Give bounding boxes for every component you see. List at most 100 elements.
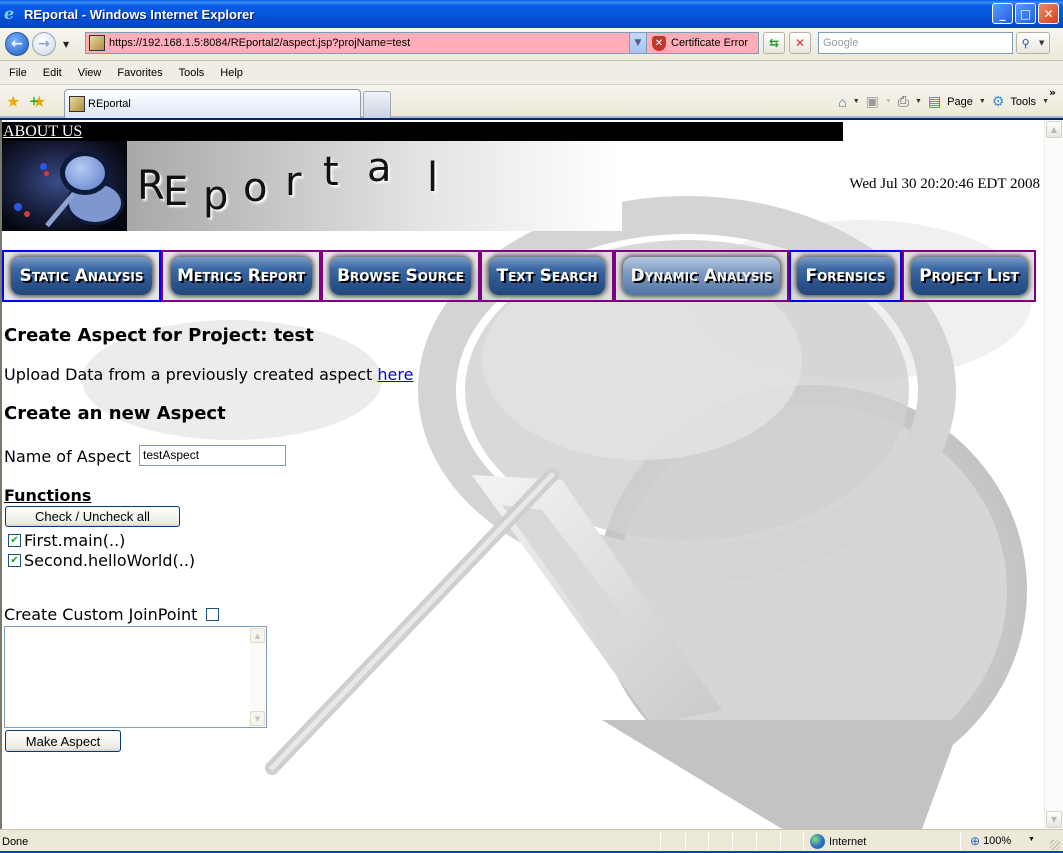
menu-file[interactable]: File [0, 67, 35, 79]
about-strip [2, 122, 843, 141]
status-divider [732, 833, 733, 850]
favorites-center-star-icon[interactable]: ★ [6, 92, 20, 111]
menu-help[interactable]: Help [212, 67, 251, 79]
tools-menu-button[interactable]: Tools [1010, 96, 1036, 108]
zoom-level-button[interactable]: ⊕ 100% [970, 834, 1011, 848]
close-button[interactable]: ✕ [1038, 3, 1059, 24]
make-aspect-button[interactable]: Make Aspect [5, 730, 121, 752]
aspect-name-input[interactable]: testAspect [139, 445, 286, 466]
home-dropdown[interactable]: ▼ [853, 98, 860, 105]
status-bar: Done Internet ⊕ 100% ▼ [0, 829, 1063, 853]
page-viewport: ABOUT US R E p o r t a l Wed Jul 30 20:2… [0, 120, 1063, 829]
upload-here-link[interactable]: here [377, 365, 413, 384]
shield-error-icon: ✕ [652, 35, 666, 51]
print-icon[interactable]: ⎙ [898, 93, 909, 110]
window-controls: _ □ ✕ [992, 3, 1059, 24]
status-divider [756, 833, 757, 850]
forward-button[interactable]: → [32, 32, 56, 56]
menu-edit[interactable]: Edit [35, 67, 70, 79]
status-text: Done [2, 836, 29, 848]
nav-cell-dynamic-analysis: Dynamic Analysis [614, 250, 789, 302]
function-item: ✔ Second.helloWorld(..) [8, 551, 195, 570]
scroll-down-arrow-icon[interactable]: ▼ [250, 711, 265, 726]
custom-joinpoint-checkbox[interactable] [206, 608, 220, 621]
scroll-up-arrow-icon[interactable]: ▲ [250, 628, 265, 643]
status-divider [780, 833, 781, 850]
nav-cell-metrics-report: Metrics Report [161, 250, 321, 302]
nav-forensics-button[interactable]: Forensics [797, 257, 894, 295]
scroll-up-arrow-icon[interactable]: ▲ [1046, 121, 1062, 138]
resize-grip-icon[interactable] [1050, 840, 1060, 850]
nav-text-search-button[interactable]: Text Search [489, 257, 605, 295]
wordmark-letter: t [323, 149, 339, 195]
status-divider [803, 833, 804, 850]
nav-metrics-report-button[interactable]: Metrics Report [170, 257, 312, 295]
refresh-icon: ⇆ [768, 36, 780, 50]
nav-browse-source-button[interactable]: Browse Source [330, 257, 471, 295]
status-divider [660, 833, 661, 850]
wordmark-letter: R [137, 163, 165, 209]
nav-dynamic-analysis-button[interactable]: Dynamic Analysis [623, 257, 780, 295]
tools-gear-icon: ⚙ [991, 93, 1005, 109]
home-icon[interactable]: ⌂ [838, 94, 846, 110]
reportal-wordmark: R E p o r t a l [127, 141, 622, 231]
print-dropdown[interactable]: ▼ [915, 98, 922, 105]
recent-pages-dropdown[interactable]: ▼ [63, 40, 69, 49]
address-dropdown-button[interactable]: ▼ [629, 33, 646, 53]
nav-project-list-button[interactable]: Project List [910, 257, 1028, 295]
feeds-icon[interactable]: ▣ [866, 93, 879, 110]
minimize-button[interactable]: _ [992, 3, 1013, 24]
about-us-link[interactable]: ABOUT US [3, 122, 82, 141]
function-checkbox[interactable]: ✔ [8, 554, 21, 567]
status-divider [685, 833, 686, 850]
upload-text: Upload Data from a previously created as… [4, 365, 378, 384]
menu-favorites[interactable]: Favorites [109, 67, 170, 79]
menu-tools[interactable]: Tools [171, 67, 213, 79]
maximize-button[interactable]: □ [1015, 3, 1036, 24]
search-input[interactable]: Google [818, 32, 1013, 54]
tools-dropdown[interactable]: ▼ [1042, 98, 1049, 105]
page-title: Create Aspect for Project: test [4, 325, 314, 346]
zoom-magnifier-icon: ⊕ [970, 834, 981, 848]
page-dropdown[interactable]: ▼ [979, 98, 986, 105]
zoom-dropdown[interactable]: ▼ [1028, 836, 1035, 843]
stop-button[interactable]: ✕ [789, 32, 811, 54]
custom-joinpoint-row: Create Custom JoinPoint [4, 605, 222, 624]
functions-heading: Functions [4, 486, 92, 505]
function-checkbox[interactable]: ✔ [8, 534, 21, 547]
add-to-favorites-icon[interactable]: ★ + [29, 92, 46, 111]
scroll-down-arrow-icon[interactable]: ▼ [1046, 811, 1062, 828]
toolbar-overflow-chevron-icon[interactable]: » [1049, 86, 1056, 99]
address-field[interactable]: https://192.168.1.5:8084/REportal2/aspec… [85, 32, 647, 54]
function-item: ✔ First.main(..) [8, 531, 125, 550]
textarea-scrollbar[interactable]: ▲ ▼ [249, 627, 266, 727]
certificate-error-button[interactable]: ✕ Certificate Error [647, 32, 759, 54]
feeds-dropdown[interactable]: ▼ [885, 98, 892, 105]
page-icon: ▤ [927, 93, 942, 109]
security-zone[interactable]: Internet [810, 834, 866, 849]
back-button[interactable]: ← [5, 32, 29, 56]
window-title: REportal - Windows Internet Explorer [24, 6, 255, 22]
page-menu-button[interactable]: Page [947, 96, 973, 108]
nav-cell-forensics: Forensics [789, 250, 902, 302]
nav-static-analysis-button[interactable]: Static Analysis [11, 257, 152, 295]
custom-joinpoint-textarea[interactable]: ▲ ▼ [4, 626, 267, 728]
menu-view[interactable]: View [70, 67, 110, 79]
menu-bar: File Edit View Favorites Tools Help [0, 61, 1063, 85]
search-options-dropdown[interactable]: ▼ [1039, 39, 1044, 47]
page-scrollbar[interactable]: ▲ ▼ [1044, 120, 1063, 829]
new-tab-button[interactable] [363, 91, 391, 118]
tab-reportal[interactable]: REportal [64, 89, 361, 118]
site-favicon-icon [89, 35, 105, 51]
ie-logo-icon: e [4, 4, 15, 23]
wordmark-letter: o [243, 165, 268, 211]
tab-favicon-icon [69, 96, 85, 112]
zoom-level: 100% [983, 835, 1012, 847]
function-label: First.main(..) [24, 531, 126, 550]
wordmark-letter: r [285, 159, 302, 205]
refresh-button[interactable]: ⇆ [763, 32, 785, 54]
search-button[interactable]: ⚲ ▼ [1016, 32, 1050, 54]
address-toolbar: ← → ▼ https://192.168.1.5:8084/REportal2… [0, 28, 1063, 61]
url-text[interactable]: https://192.168.1.5:8084/REportal2/aspec… [109, 37, 410, 49]
check-uncheck-all-button[interactable]: Check / Uncheck all [5, 506, 180, 527]
